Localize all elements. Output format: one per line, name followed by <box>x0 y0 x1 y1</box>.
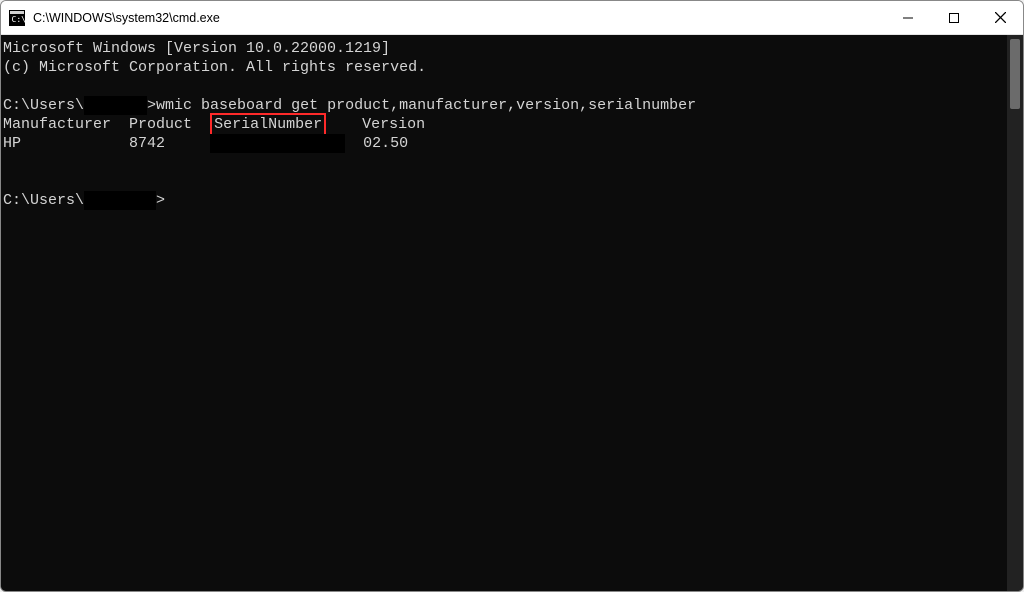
wmic-command: wmic baseboard get product,manufacturer,… <box>156 97 696 114</box>
cmd-icon: C:\ <box>9 10 25 26</box>
val-product: 8742 <box>129 135 165 152</box>
prompt-path: C:\Users\ <box>3 97 84 114</box>
table-data-row: HP 8742 02.50 <box>3 134 1005 153</box>
blank-line <box>3 77 1005 96</box>
redacted-serial <box>210 134 345 153</box>
maximize-button[interactable] <box>931 1 977 34</box>
blank-line <box>3 172 1005 191</box>
close-icon <box>995 12 1006 23</box>
command-line: C:\Users\ >wmic baseboard get product,ma… <box>3 96 1005 115</box>
vertical-scrollbar[interactable] <box>1007 35 1023 591</box>
val-version: 02.50 <box>363 135 408 152</box>
minimize-icon <box>903 13 913 23</box>
terminal-area: Microsoft Windows [Version 10.0.22000.12… <box>1 35 1023 591</box>
minimize-button[interactable] <box>885 1 931 34</box>
prompt-cursor: > <box>147 97 156 114</box>
table-header-row: Manufacturer Product SerialNumber Versio… <box>3 115 1005 134</box>
terminal-output[interactable]: Microsoft Windows [Version 10.0.22000.12… <box>1 35 1007 591</box>
close-button[interactable] <box>977 1 1023 34</box>
col-serialnumber-highlight: SerialNumber <box>210 113 326 136</box>
titlebar[interactable]: C:\ C:\WINDOWS\system32\cmd.exe <box>1 1 1023 35</box>
copyright-line: (c) Microsoft Corporation. All rights re… <box>3 58 1005 77</box>
maximize-icon <box>949 13 959 23</box>
prompt-cursor: > <box>156 192 165 209</box>
svg-text:C:\: C:\ <box>12 15 26 24</box>
col-version: Version <box>362 116 425 133</box>
blank-line <box>3 153 1005 172</box>
prompt-line: C:\Users\ > <box>3 191 1005 210</box>
col-manufacturer: Manufacturer <box>3 116 111 133</box>
col-product: Product <box>129 116 192 133</box>
prompt-path: C:\Users\ <box>3 192 84 209</box>
val-manufacturer: HP <box>3 135 21 152</box>
window-title: C:\WINDOWS\system32\cmd.exe <box>33 11 885 25</box>
redacted-username <box>84 191 156 210</box>
cmd-window: C:\ C:\WINDOWS\system32\cmd.exe Microsof… <box>0 0 1024 592</box>
col-serialnumber: SerialNumber <box>214 116 322 133</box>
version-line: Microsoft Windows [Version 10.0.22000.12… <box>3 39 1005 58</box>
window-controls <box>885 1 1023 34</box>
scrollbar-thumb[interactable] <box>1010 39 1020 109</box>
redacted-username <box>84 96 147 115</box>
